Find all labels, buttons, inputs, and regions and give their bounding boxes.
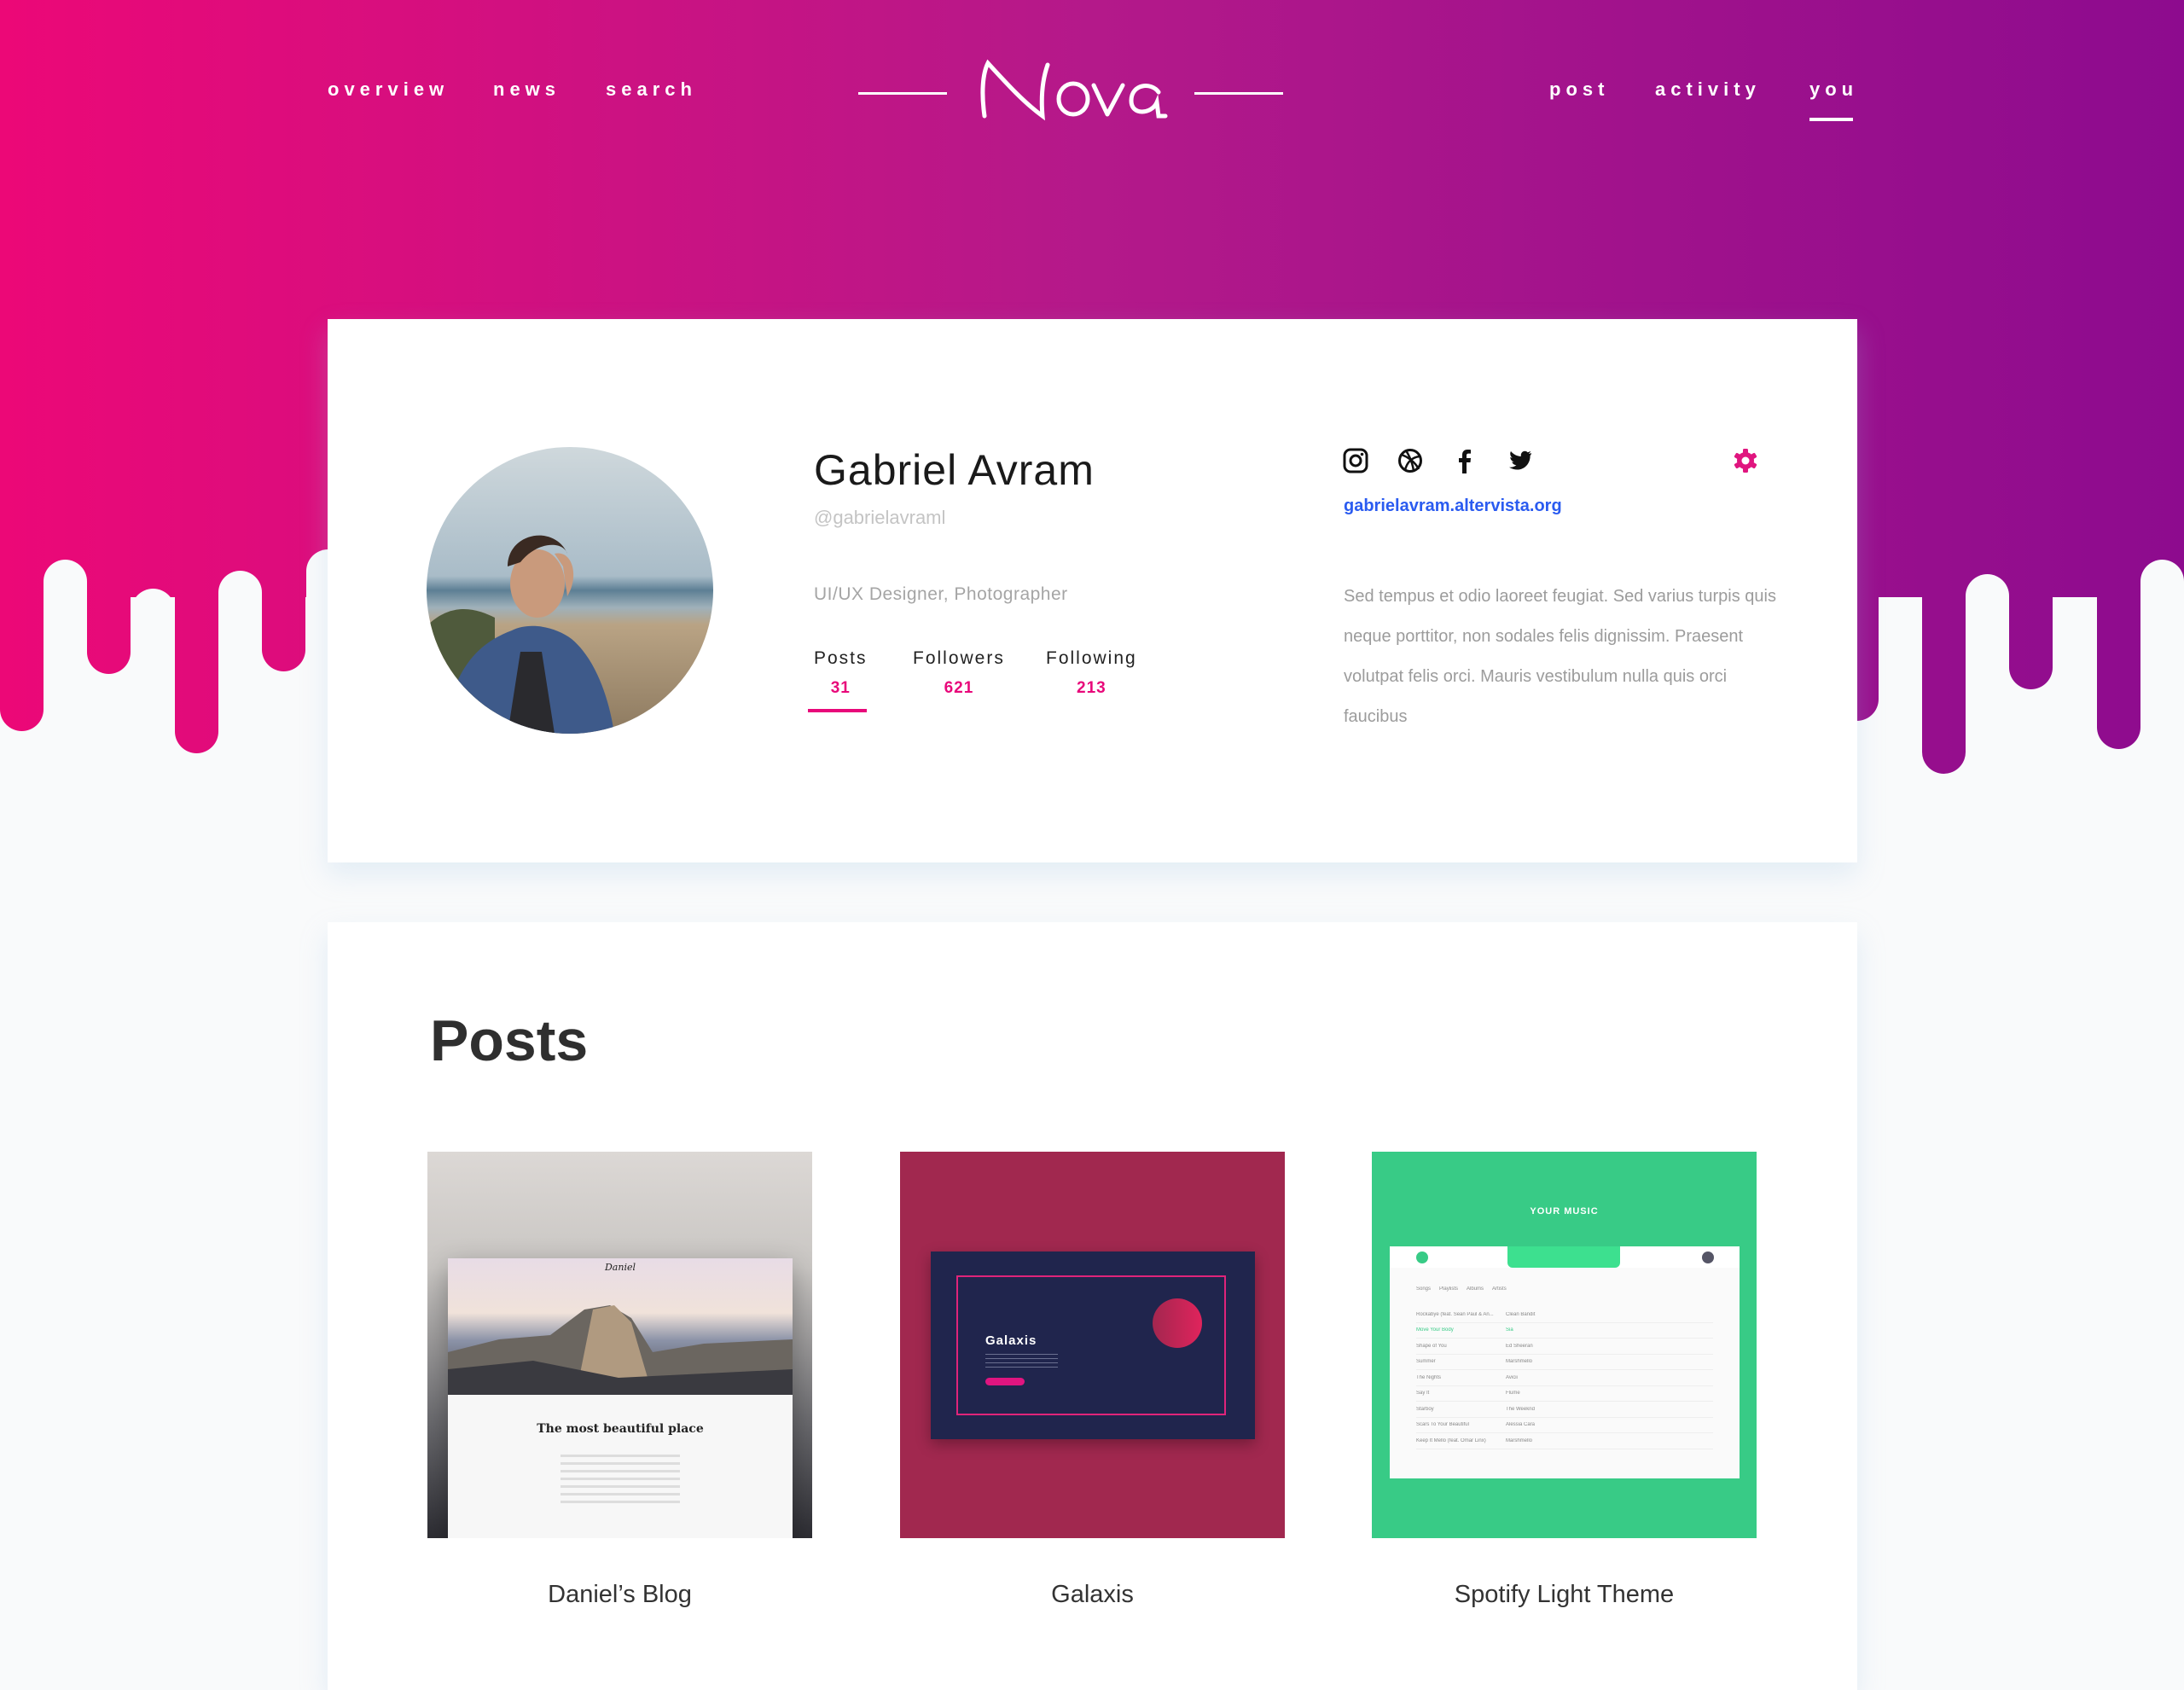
stat-label: Posts bbox=[814, 648, 868, 668]
drip bbox=[87, 0, 131, 674]
stat-posts[interactable]: Posts 31 bbox=[814, 648, 868, 698]
logo-divider-right bbox=[1194, 92, 1283, 95]
thumb-table-row: Starboy The Weeknd bbox=[1416, 1402, 1713, 1418]
thumb-song: Move Your Body bbox=[1416, 1327, 1454, 1333]
avatar[interactable] bbox=[427, 447, 713, 734]
nav-overview[interactable]: overview bbox=[328, 78, 449, 101]
drip bbox=[175, 0, 218, 753]
stat-value: 213 bbox=[1077, 679, 1107, 697]
thumb-table-row: Move Your Body Sia bbox=[1416, 1323, 1713, 1339]
instagram-icon[interactable] bbox=[1342, 447, 1369, 474]
website-link[interactable]: gabrielavram.altervista.org bbox=[1344, 497, 1562, 516]
thumb-table-row: Rockabye (feat. Sean Paul & An... Clean B… bbox=[1416, 1307, 1713, 1323]
thumb-artist: Sia bbox=[1506, 1327, 1513, 1333]
nav-activity[interactable]: activity bbox=[1655, 78, 1761, 101]
post-card-galaxis[interactable]: Galaxis Galaxis bbox=[900, 1152, 1285, 1609]
thumb-tab: Playlists bbox=[1439, 1286, 1459, 1292]
stat-value: 621 bbox=[944, 679, 974, 697]
stat-label: Following bbox=[1046, 648, 1137, 668]
thumb-title: Galaxis bbox=[985, 1333, 1037, 1348]
post-card-daniels-blog[interactable]: Daniel The most beautiful place Daniel’s… bbox=[427, 1152, 812, 1609]
post-thumbnail: Galaxis bbox=[900, 1152, 1285, 1538]
drip-gap bbox=[131, 589, 175, 853]
thumb-table-row: Summer Marshmello bbox=[1416, 1355, 1713, 1370]
nav-search[interactable]: search bbox=[606, 78, 697, 101]
posts-title: Posts bbox=[430, 1008, 589, 1073]
thumb-song: Scars To Your Beautiful bbox=[1416, 1422, 1469, 1428]
profile-role: UI/UX Designer, Photographer bbox=[814, 584, 1068, 604]
post-caption: Daniel’s Blog bbox=[548, 1581, 692, 1608]
thumb-artist: Marshmello bbox=[1506, 1437, 1533, 1443]
thumb-table-row: Shape of You Ed Sheeran bbox=[1416, 1339, 1713, 1355]
thumb-song: Rockabye (feat. Sean Paul & An... bbox=[1416, 1311, 1494, 1317]
thumb-table-row: Say It Flume bbox=[1416, 1386, 1713, 1402]
thumb-artist: Ed Sheeran bbox=[1506, 1343, 1533, 1349]
thumb-title: YOUR MUSIC bbox=[1530, 1206, 1599, 1217]
drip-gap bbox=[44, 560, 87, 853]
facebook-icon[interactable] bbox=[1451, 447, 1478, 474]
drip bbox=[2009, 0, 2053, 689]
profile-handle: @gabrielavraml bbox=[814, 507, 946, 528]
thumb-tab: Songs bbox=[1416, 1286, 1432, 1292]
post-card-spotify-light-theme[interactable]: YOUR MUSIC Songs Playlists Albums Artists R… bbox=[1372, 1152, 1757, 1609]
thumb-song: Shape of You bbox=[1416, 1343, 1447, 1349]
logo-divider-left bbox=[858, 92, 947, 95]
nova-logo[interactable] bbox=[973, 49, 1169, 126]
thumb-artist: Flume bbox=[1506, 1391, 1520, 1397]
profile-name: Gabriel Avram bbox=[814, 446, 1095, 494]
thumb-artist: Marshmello bbox=[1506, 1359, 1533, 1365]
thumb-artist: Avicii bbox=[1506, 1374, 1518, 1380]
thumb-song: Keep It Mello (feat. Omar Linx) bbox=[1416, 1437, 1486, 1443]
thumb-table-row: Keep It Mello (feat. Omar Linx) Marshmell… bbox=[1416, 1433, 1713, 1449]
drip-gap bbox=[218, 571, 262, 853]
thumb-song: The Nights bbox=[1416, 1374, 1442, 1380]
thumb-song: Summer bbox=[1416, 1359, 1436, 1365]
drip-gap bbox=[1966, 574, 2009, 853]
profile-card: Gabriel Avram @gabrielavraml UI/UX Desig… bbox=[328, 319, 1857, 862]
thumb-table-row: The Nights Avicii bbox=[1416, 1370, 1713, 1386]
thumb-tab: Artists bbox=[1492, 1286, 1507, 1292]
stat-followers[interactable]: Followers 621 bbox=[913, 648, 1005, 698]
post-caption: Spotify Light Theme bbox=[1454, 1581, 1675, 1608]
thumb-artist: Clean Bandit bbox=[1506, 1311, 1536, 1317]
posts-section: Posts Daniel The most beautiful place Da… bbox=[328, 922, 1857, 1690]
post-thumbnail: YOUR MUSIC Songs Playlists Albums Artists R… bbox=[1372, 1152, 1757, 1538]
nav-news[interactable]: news bbox=[493, 78, 561, 101]
active-stat-indicator bbox=[808, 709, 867, 712]
nav-post[interactable]: post bbox=[1549, 78, 1609, 101]
stat-label: Followers bbox=[913, 648, 1005, 668]
gear-icon[interactable] bbox=[1732, 447, 1759, 474]
profile-bio: Sed tempus et odio laoreet feugiat. Sed … bbox=[1344, 587, 1776, 726]
thumb-artist: The Weeknd bbox=[1506, 1406, 1535, 1412]
drip bbox=[0, 0, 44, 731]
drip-gap bbox=[2053, 607, 2096, 853]
drip-gap bbox=[1879, 613, 1922, 853]
thumb-tab: Albums bbox=[1467, 1286, 1484, 1292]
drip bbox=[262, 0, 305, 671]
thumb-table-row: Scars To Your Beautiful Alessia Cara bbox=[1416, 1418, 1713, 1433]
drip bbox=[2097, 0, 2140, 749]
dribbble-icon[interactable] bbox=[1397, 447, 1424, 474]
post-caption: Galaxis bbox=[1051, 1581, 1134, 1608]
drip-gap bbox=[2140, 560, 2184, 853]
thumb-logo: Daniel bbox=[604, 1262, 636, 1273]
thumb-headline: The most beautiful place bbox=[537, 1422, 704, 1436]
twitter-icon[interactable] bbox=[1506, 447, 1533, 474]
thumb-song: Say It bbox=[1416, 1391, 1430, 1397]
post-thumbnail: Daniel The most beautiful place bbox=[427, 1152, 812, 1538]
drip bbox=[1922, 0, 1966, 774]
stat-value: 31 bbox=[830, 679, 851, 697]
nav-you[interactable]: you bbox=[1809, 78, 1858, 121]
thumb-artist: Alessia Cara bbox=[1506, 1422, 1536, 1428]
stat-following[interactable]: Following 213 bbox=[1046, 648, 1137, 698]
thumb-song: Starboy bbox=[1416, 1406, 1434, 1412]
